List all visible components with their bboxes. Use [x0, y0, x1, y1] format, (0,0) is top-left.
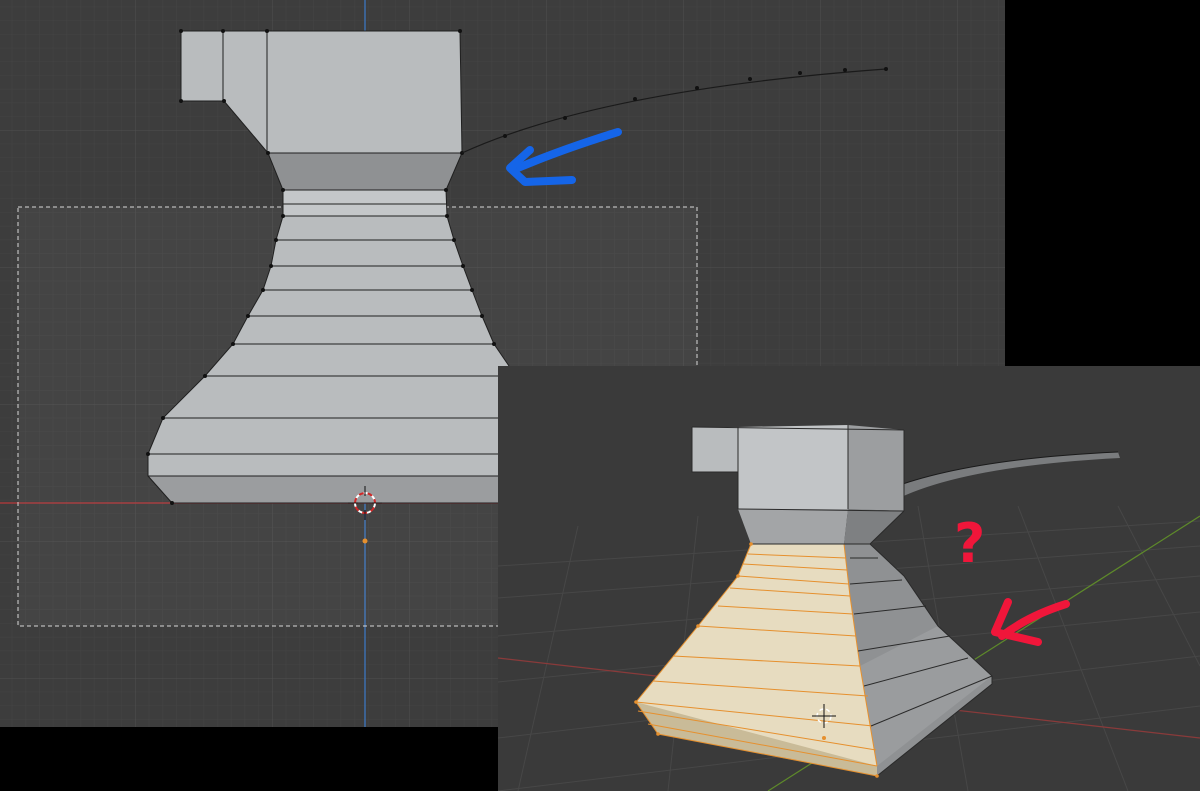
- object-origin-dot: [362, 538, 368, 544]
- object-origin-dot: [822, 736, 826, 740]
- perspective-viewport-canvas[interactable]: ?: [498, 366, 1200, 791]
- perspective-viewport[interactable]: ?: [498, 366, 1200, 791]
- question-mark: ?: [954, 512, 985, 575]
